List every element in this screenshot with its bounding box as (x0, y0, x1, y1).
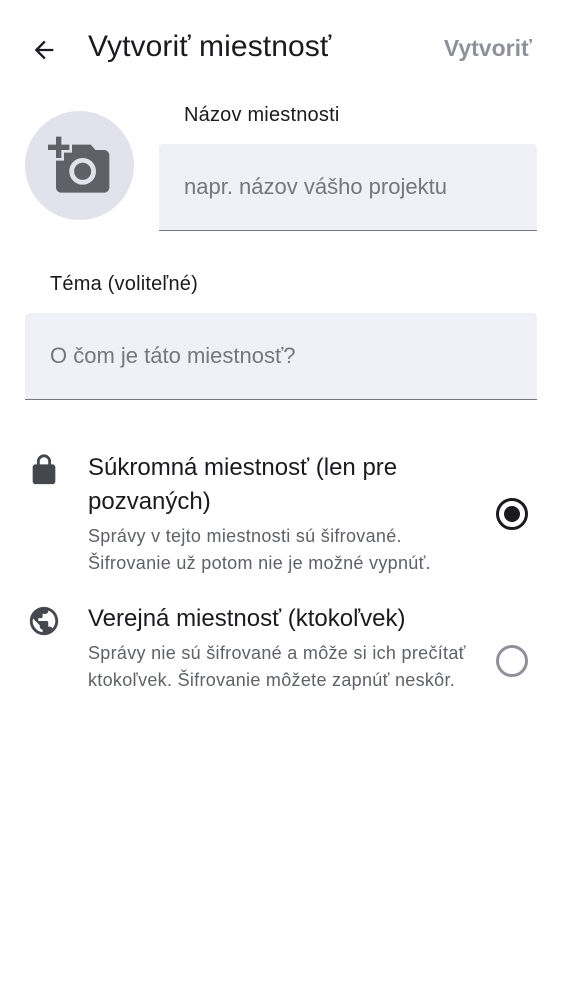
private-room-title: Súkromná miestnosť (len pre pozvaných) (88, 454, 398, 515)
arrow-back-icon (34, 40, 54, 60)
topic-label: Téma (voliteľné) (50, 273, 198, 295)
add-a-photo-icon (47, 136, 109, 193)
room-name-input[interactable] (159, 144, 537, 231)
top-app-bar: Vytvoriť miestnosť Vytvoriť (0, 0, 562, 100)
public-room-option[interactable]: Verejná miestnosť (ktokoľvek) Správy nie… (0, 602, 562, 722)
page-title: Vytvoriť miestnosť (88, 30, 332, 63)
topic-input[interactable] (25, 313, 537, 400)
globe-icon (26, 603, 62, 639)
public-room-title: Verejná miestnosť (ktokoľvek) (88, 605, 406, 632)
room-avatar-picker[interactable] (25, 111, 134, 220)
room-name-label: Názov miestnosti (184, 104, 340, 126)
lock-icon (26, 452, 62, 488)
create-button[interactable]: Vytvoriť (444, 35, 532, 62)
radio-selected-dot (504, 506, 520, 522)
private-room-description: Správy v tejto miestnosti sú šifrované. … (88, 526, 431, 573)
create-room-screen: Vytvoriť miestnosť Vytvoriť Názov miestn… (0, 0, 562, 1000)
back-button[interactable] (22, 28, 66, 72)
private-room-radio[interactable] (496, 498, 528, 530)
private-room-option[interactable]: Súkromná miestnosť (len pre pozvaných) S… (0, 450, 562, 582)
public-room-radio[interactable] (496, 645, 528, 677)
public-room-description: Správy nie sú šifrované a môže si ich pr… (88, 643, 466, 690)
